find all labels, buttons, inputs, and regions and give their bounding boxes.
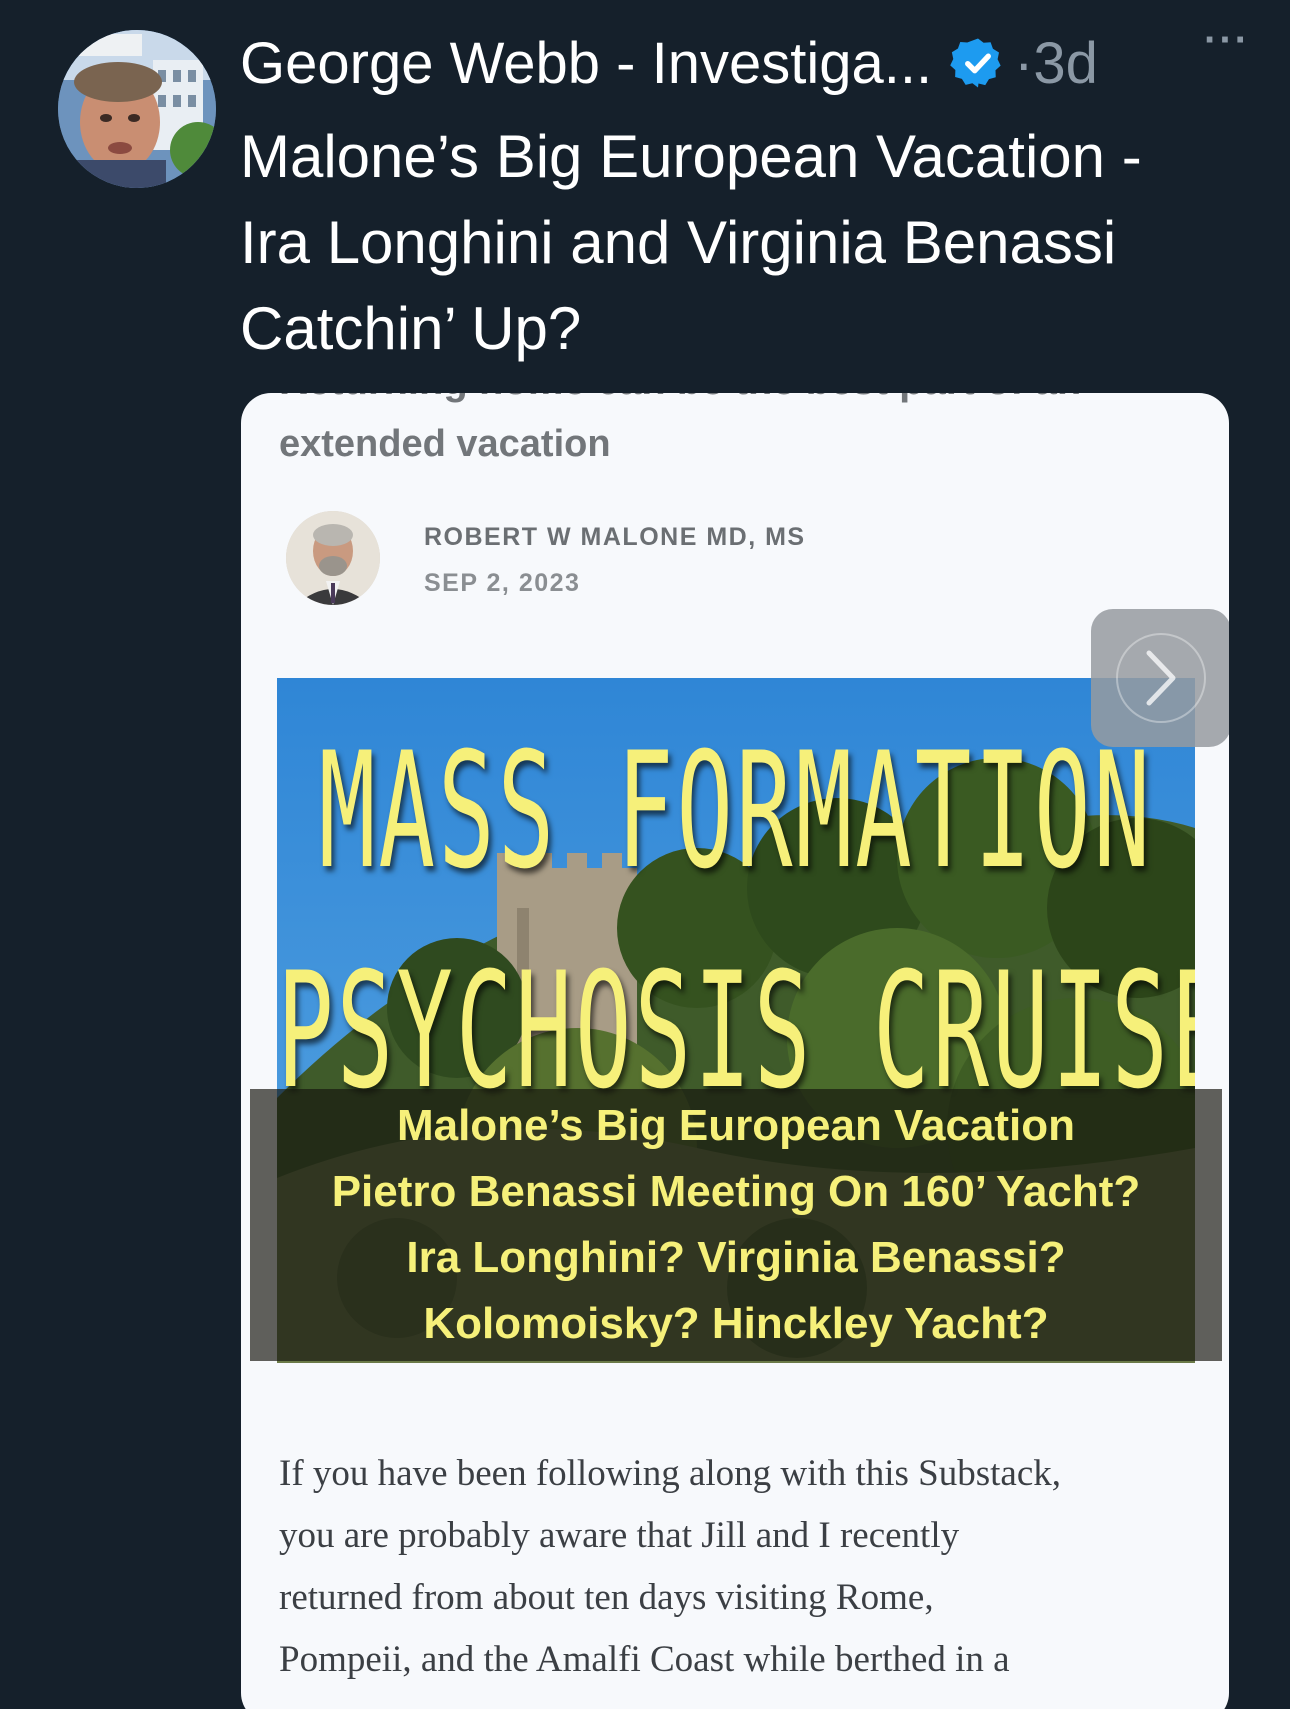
banner-caption-line: Pietro Benassi Meeting On 160’ Yacht? bbox=[331, 1167, 1141, 1216]
tweet-text-line: Catchin’ Up? bbox=[240, 295, 582, 362]
banner-caption-line: Malone’s Big European Vacation bbox=[396, 1101, 1076, 1150]
time-separator: · bbox=[1014, 30, 1034, 96]
tweet[interactable]: George Webb - Investiga... · 3d ··· Malo… bbox=[0, 0, 1290, 1709]
article-author: ROBERT W MALONE MD, MS bbox=[424, 523, 806, 551]
tweet-time[interactable]: 3d bbox=[1033, 30, 1098, 97]
author-name[interactable]: George Webb - Investiga... bbox=[240, 30, 932, 97]
avatar-photo bbox=[58, 30, 216, 188]
banner-caption: Malone’s Big European Vacation Pietro Be… bbox=[250, 1093, 1222, 1357]
article-author-avatar bbox=[286, 511, 380, 605]
banner-caption-line: Ira Longhini? Virginia Benassi? bbox=[406, 1233, 1066, 1282]
tweet-text-line: Ira Longhini and Virginia Benassi bbox=[240, 209, 1117, 276]
article-title: Returning home can be the best part of a… bbox=[279, 393, 1081, 404]
banner-headline: MASS FORMATION bbox=[318, 719, 1154, 906]
tweet-text: Malone’s Big European Vacation - Ira Lon… bbox=[240, 114, 1250, 372]
verified-badge-icon bbox=[950, 38, 1001, 88]
author-avatar[interactable] bbox=[58, 30, 216, 188]
article-date: SEP 2, 2023 bbox=[424, 569, 581, 597]
chevron-right-icon bbox=[1116, 633, 1206, 723]
next-image-button[interactable] bbox=[1091, 609, 1229, 747]
tweet-header: George Webb - Investiga... · 3d bbox=[240, 28, 1260, 98]
article-body-line: Pompeii, and the Amalfi Coast while bert… bbox=[279, 1639, 1010, 1680]
more-options-icon[interactable]: ··· bbox=[1204, 18, 1250, 63]
attached-image-card[interactable]: Returning home can be the best part of a… bbox=[241, 393, 1229, 1709]
article-subtitle: extended vacation bbox=[279, 423, 611, 465]
article-body-line: If you have been following along with th… bbox=[279, 1453, 1062, 1494]
article-body: If you have been following along with th… bbox=[279, 1443, 1209, 1691]
article-body-line: you are probably aware that Jill and I r… bbox=[279, 1515, 960, 1556]
article-body-line: returned from about ten days visiting Ro… bbox=[279, 1577, 934, 1618]
banner-caption-line: Kolomoisky? Hinckley Yacht? bbox=[423, 1299, 1049, 1348]
tweet-text-line: Malone’s Big European Vacation - bbox=[240, 123, 1142, 190]
article-author-photo bbox=[286, 511, 380, 605]
